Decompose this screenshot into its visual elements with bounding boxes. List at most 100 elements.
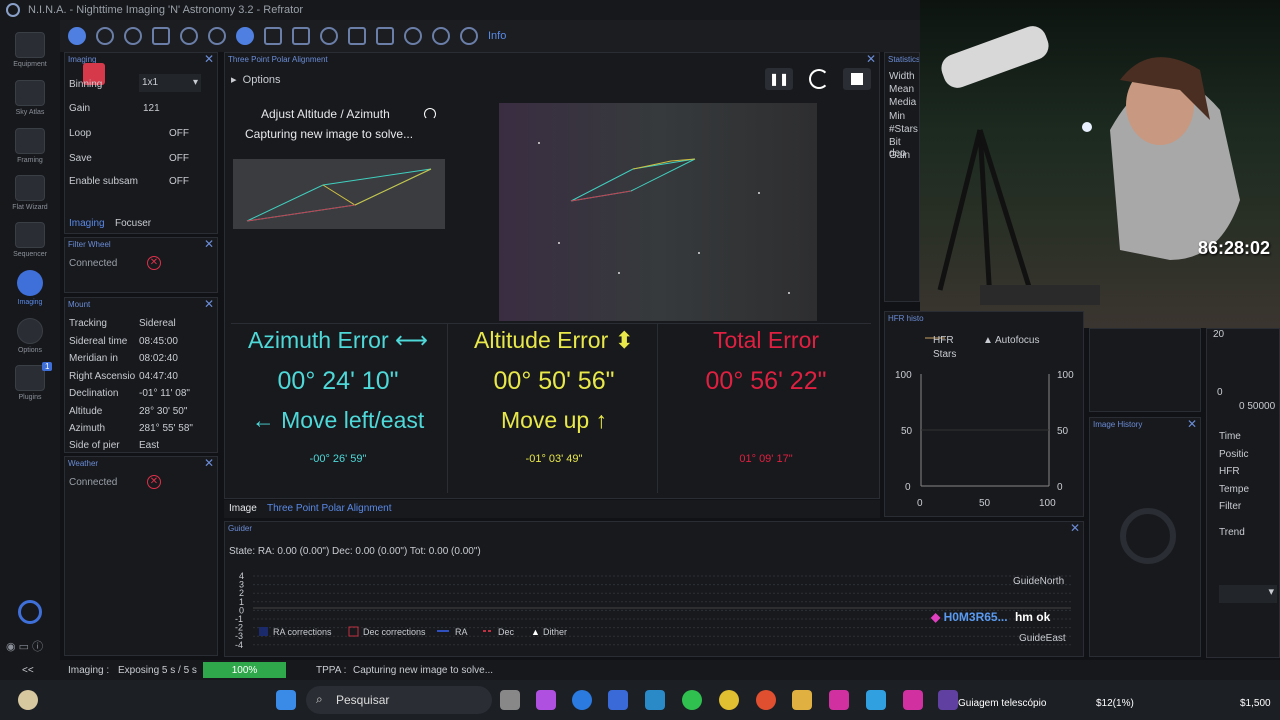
app-icon[interactable] <box>645 690 665 710</box>
nav-equipment[interactable]: Equipment <box>0 32 60 68</box>
close-icon[interactable]: ✕ <box>866 52 876 66</box>
app-icon[interactable] <box>903 690 923 710</box>
panel-title: Three Point Polar Alignment <box>228 55 328 64</box>
stat-label: #Stars <box>889 124 918 135</box>
close-icon[interactable]: ✕ <box>204 237 214 251</box>
stop-button[interactable] <box>843 68 871 90</box>
graph-tool-icon[interactable] <box>404 27 422 45</box>
pause-button[interactable]: ❚❚ <box>765 68 793 90</box>
y-tick-right: 100 <box>1057 370 1074 381</box>
nav-label: Options <box>17 347 43 354</box>
y-tick: 50 <box>901 426 913 437</box>
app-icon[interactable] <box>866 690 886 710</box>
statistics-panel: Statistics Width Mean Media Min #Stars B… <box>884 52 920 302</box>
nav-label: Imaging <box>17 299 43 306</box>
info-tool-label[interactable]: Info <box>488 30 506 42</box>
dome-tool-icon[interactable] <box>348 27 366 45</box>
nav-sequencer[interactable]: Sequencer <box>0 222 60 258</box>
nav-plugins[interactable]: Plugins 1 <box>0 362 60 401</box>
nav-flat-wizard[interactable]: Flat Wizard <box>0 175 60 211</box>
tab-imaging[interactable]: Imaging <box>69 218 105 229</box>
alignment-thumbnail <box>233 159 445 229</box>
collapse-button[interactable]: << <box>22 665 34 676</box>
mount-label: Side of pier <box>69 440 120 451</box>
guide-east-label: GuideEast <box>1019 633 1066 644</box>
taskbar-window-label[interactable]: Guiagem telescópio <box>958 698 1046 709</box>
blank-panel <box>1089 328 1201 412</box>
options-expander[interactable]: ▸ Options <box>231 73 281 86</box>
nav-framing[interactable]: Framing <box>0 128 60 164</box>
shield-tool-icon[interactable] <box>460 27 478 45</box>
sequence-tool-icon[interactable] <box>264 27 282 45</box>
binning-value: 1x1 <box>142 77 159 88</box>
panel-title: Filter Wheel <box>68 240 111 249</box>
power-icon[interactable] <box>18 600 42 624</box>
legend-dither: Dither <box>543 627 567 637</box>
guider-tool-icon[interactable] <box>320 27 338 45</box>
task-view-icon[interactable] <box>500 690 520 710</box>
binning-select[interactable]: 1x1 ▾ <box>139 74 201 92</box>
disconnected-icon[interactable]: ✕ <box>147 256 161 270</box>
loop-toggle[interactable]: OFF <box>169 128 189 139</box>
opera-icon[interactable] <box>756 690 776 710</box>
filter-wheel-tool-icon[interactable] <box>96 27 114 45</box>
telescope-icon <box>15 32 45 58</box>
nav-options[interactable]: Options <box>0 318 60 354</box>
sliders-tool-icon[interactable] <box>292 27 310 45</box>
tppa-tool-icon[interactable] <box>236 27 254 45</box>
panel-header: Image History ✕ <box>1090 417 1200 432</box>
tab-focuser[interactable]: Focuser <box>115 218 151 229</box>
trend-select[interactable]: ▾ <box>1219 585 1277 603</box>
title-bar: N.I.N.A. - Nighttime Imaging 'N' Astrono… <box>0 0 920 20</box>
platesolve-tool-icon[interactable] <box>152 27 170 45</box>
close-icon[interactable]: ✕ <box>1070 521 1080 535</box>
mount-label: Azimuth <box>69 423 106 434</box>
stop-icon <box>851 73 863 85</box>
tab-tppa[interactable]: Three Point Polar Alignment <box>267 503 392 514</box>
guider-panel: Guider ✕ State: RA: 0.00 (0.00") Dec: 0.0… <box>224 521 1084 657</box>
panel-header: Weather ✕ <box>65 456 217 471</box>
focuser-tool-icon[interactable] <box>124 27 142 45</box>
footer-icons[interactable]: ◉ ▭ ⓘ <box>6 638 43 654</box>
save-toggle[interactable]: OFF <box>169 153 189 164</box>
nav-label: Framing <box>17 157 43 164</box>
edge-icon[interactable] <box>572 690 592 710</box>
whatsapp-icon[interactable] <box>682 690 702 710</box>
folder-icon[interactable] <box>792 690 812 710</box>
app-icon[interactable] <box>938 690 958 710</box>
store-icon[interactable] <box>608 690 628 710</box>
image-history-panel: Image History ✕ <box>1089 417 1201 657</box>
rotator-tool-icon[interactable] <box>180 27 198 45</box>
window-title: N.I.N.A. - Nighttime Imaging 'N' Astrono… <box>28 4 304 16</box>
camera-tool-icon[interactable] <box>68 27 86 45</box>
bulb-tool-icon[interactable] <box>432 27 450 45</box>
legend-ra: RA <box>455 627 468 637</box>
telescope-tool-icon[interactable] <box>208 27 226 45</box>
webcam-overlay: 86:28:02 <box>920 0 1280 328</box>
nav-imaging[interactable]: Imaging <box>0 270 60 306</box>
chrome-icon[interactable] <box>719 690 739 710</box>
legend-autofocus: Autofocus <box>995 335 1039 346</box>
subsample-toggle[interactable]: OFF <box>169 176 189 187</box>
close-icon[interactable]: ✕ <box>204 297 214 311</box>
owl-icon[interactable] <box>18 690 38 710</box>
close-icon[interactable]: ✕ <box>204 456 214 470</box>
divider <box>231 323 871 324</box>
tppa-panel: Three Point Polar Alignment ✕ ▸ Options ❚… <box>224 52 880 499</box>
mount-value: -01° 11' 08" <box>139 388 190 399</box>
close-icon[interactable]: ✕ <box>1187 417 1197 431</box>
gain-label: Gain <box>69 103 91 114</box>
gain-value[interactable]: 121 <box>143 103 160 114</box>
mount-value: 28° 30' 50" <box>139 406 188 417</box>
start-icon[interactable] <box>276 690 296 710</box>
close-icon[interactable]: ✕ <box>204 52 214 66</box>
altitude-error-label: Altitude Error ⬍ <box>474 327 634 353</box>
tab-image[interactable]: Image <box>229 503 257 514</box>
copilot-icon[interactable] <box>536 690 556 710</box>
nav-sky-atlas[interactable]: Sky Atlas <box>0 80 60 116</box>
app-icon[interactable] <box>829 690 849 710</box>
y-tick: 100 <box>895 370 912 381</box>
search-box[interactable]: ⌕ Pesquisar <box>306 686 492 714</box>
disconnected-icon[interactable]: ✕ <box>147 475 161 489</box>
histogram-tool-icon[interactable] <box>376 27 394 45</box>
